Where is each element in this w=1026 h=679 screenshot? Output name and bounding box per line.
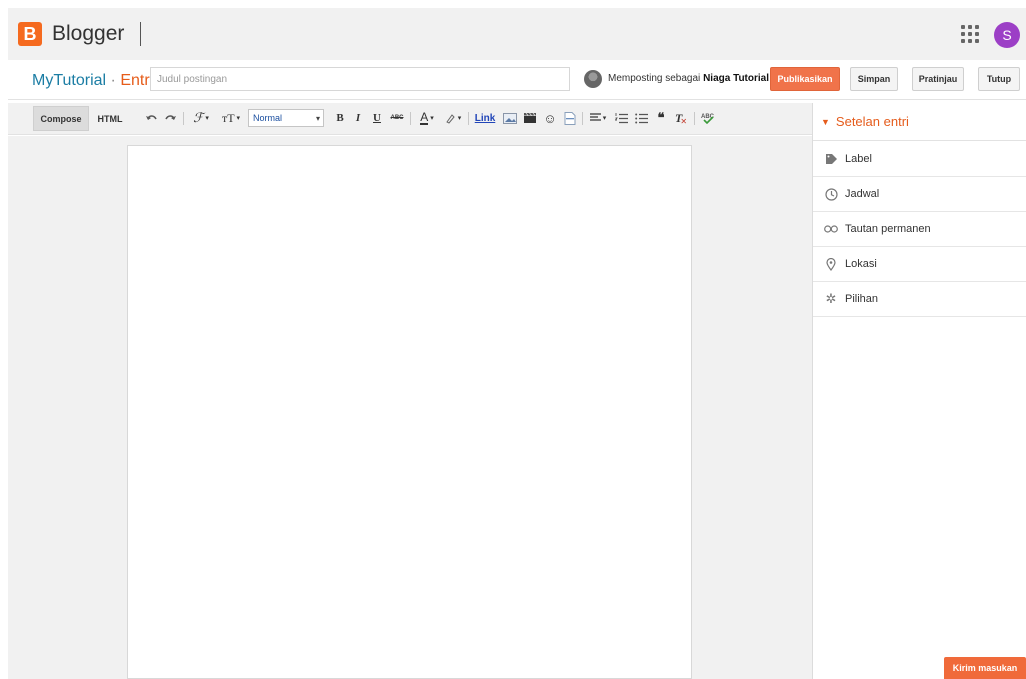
- save-button[interactable]: Simpan: [850, 67, 898, 91]
- header-divider: [140, 22, 142, 46]
- posting-as-prefix: Memposting sebagai: [608, 73, 701, 84]
- toolbar-separator: [694, 112, 695, 125]
- toolbar-separator: [582, 112, 583, 125]
- spellcheck-icon[interactable]: ABC: [699, 109, 715, 127]
- text-color-icon[interactable]: A ▾: [416, 109, 438, 127]
- post-header: MyTutorial · Entri Memposting sebagai Ni…: [8, 62, 1026, 100]
- insert-image-icon[interactable]: [502, 109, 518, 127]
- blogger-logo-icon[interactable]: B: [18, 22, 42, 46]
- quote-icon[interactable]: ❝: [653, 109, 669, 127]
- setting-permalink-text: Tautan permanen: [845, 223, 931, 235]
- italic-icon[interactable]: I: [351, 109, 365, 127]
- paragraph-format-value: Normal: [253, 113, 283, 123]
- underline-icon[interactable]: U: [370, 109, 384, 127]
- caret-down-icon: ▼: [821, 116, 830, 127]
- blog-name-link[interactable]: MyTutorial: [32, 72, 106, 89]
- highlight-color-icon[interactable]: ▾: [442, 109, 464, 127]
- posting-as-name: Niaga Tutorial: [703, 73, 769, 84]
- remove-formatting-icon[interactable]: T ✕: [673, 109, 689, 127]
- chevron-down-icon: ▾: [315, 114, 320, 123]
- close-button[interactable]: Tutup: [978, 67, 1020, 91]
- insert-link-button[interactable]: Link: [473, 109, 497, 127]
- setting-schedule[interactable]: Jadwal: [813, 177, 1026, 212]
- strikethrough-icon[interactable]: ABC: [388, 109, 406, 127]
- post-settings-header[interactable]: ▼ Setelan entri: [813, 103, 1026, 141]
- align-icon[interactable]: ▾: [587, 109, 609, 127]
- font-size-icon[interactable]: тT ▾: [218, 109, 244, 127]
- post-body-editor[interactable]: [127, 145, 692, 679]
- setting-label[interactable]: Label: [813, 142, 1026, 177]
- publish-button[interactable]: Publikasikan: [770, 67, 840, 91]
- clock-icon: [823, 187, 839, 201]
- post-settings-panel: ▼ Setelan entri Label Jadwal Tautan perm…: [812, 103, 1026, 679]
- bulleted-list-icon[interactable]: [633, 109, 649, 127]
- setting-schedule-text: Jadwal: [845, 188, 880, 200]
- numbered-list-icon[interactable]: [613, 109, 629, 127]
- send-feedback-button[interactable]: Kirim masukan: [944, 657, 1026, 679]
- setting-permalink[interactable]: Tautan permanen: [813, 212, 1026, 247]
- font-family-icon[interactable]: ℱ ▾: [189, 109, 213, 127]
- apps-grid-icon[interactable]: [960, 24, 980, 44]
- preview-button[interactable]: Pratinjau: [912, 67, 964, 91]
- post-title-input[interactable]: [150, 67, 570, 91]
- insert-video-icon[interactable]: [522, 109, 538, 127]
- gear-icon: ✲: [825, 291, 837, 306]
- redo-icon[interactable]: [164, 109, 178, 127]
- bold-icon[interactable]: B: [333, 109, 347, 127]
- tag-icon: [823, 153, 839, 165]
- location-pin-icon: [823, 257, 839, 271]
- undo-icon[interactable]: [144, 109, 158, 127]
- profile-avatar[interactable]: S: [994, 22, 1020, 48]
- logo-letter: B: [23, 23, 37, 44]
- posting-as-text: Memposting sebagai Niaga Tutorial: [608, 73, 769, 84]
- breadcrumb-section: Entri: [120, 72, 154, 89]
- toolbar-separator: [410, 112, 411, 125]
- tab-compose[interactable]: Compose: [33, 106, 89, 131]
- setting-label-text: Label: [845, 153, 872, 165]
- paragraph-format-select[interactable]: Normal ▾: [248, 109, 324, 127]
- breadcrumb: MyTutorial · Entri: [32, 72, 153, 90]
- insert-jump-break-icon[interactable]: [562, 109, 578, 127]
- breadcrumb-separator: ·: [110, 72, 116, 89]
- setting-location-text: Lokasi: [845, 258, 877, 270]
- setting-options-text: Pilihan: [845, 293, 879, 305]
- setting-options[interactable]: ✲ Pilihan: [813, 282, 1026, 317]
- setting-location[interactable]: Lokasi: [813, 247, 1026, 282]
- emoji-icon[interactable]: ☺: [542, 109, 558, 127]
- toolbar-separator: [183, 112, 184, 125]
- app-header: B Blogger S: [8, 8, 1026, 60]
- editor-toolbar: Compose HTML ℱ ▾ тT ▾ Normal ▾ B I U ABC A…: [8, 103, 812, 135]
- toolbar-separator: [468, 112, 469, 125]
- post-settings-title: Setelan entri: [835, 114, 909, 129]
- poster-avatar: [584, 70, 602, 88]
- link-icon: [823, 225, 839, 233]
- brand-name[interactable]: Blogger: [52, 22, 124, 46]
- tab-html[interactable]: HTML: [92, 106, 128, 131]
